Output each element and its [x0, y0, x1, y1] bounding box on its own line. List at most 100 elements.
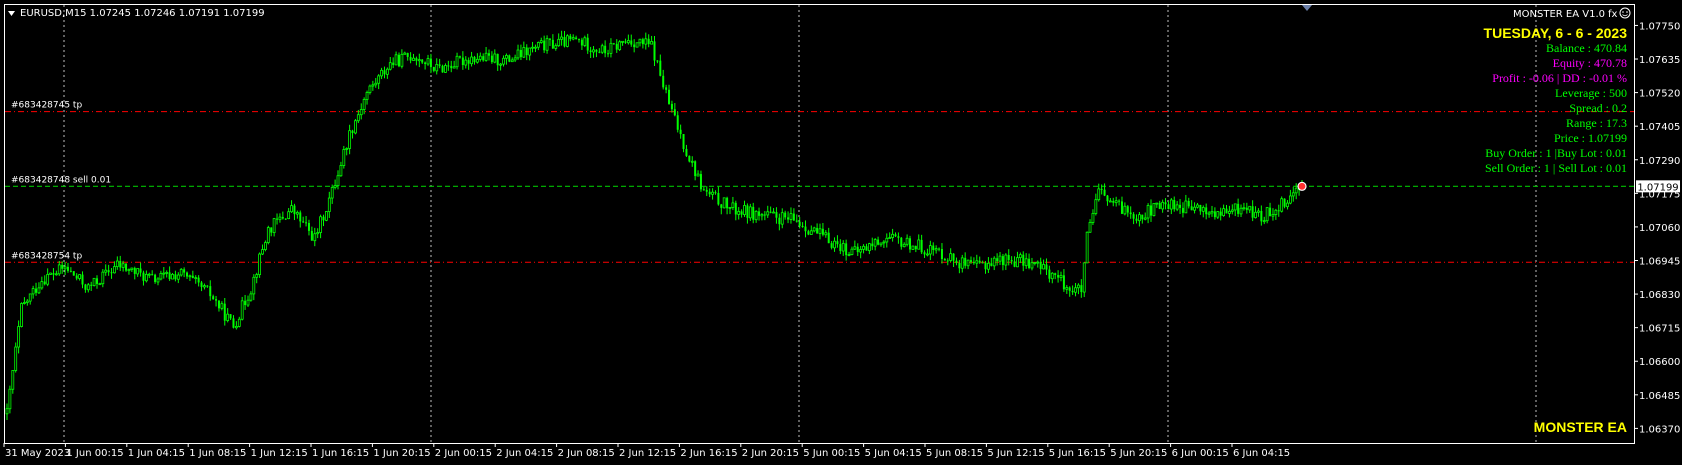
- candle: [545, 35, 549, 54]
- price-chart[interactable]: #683428745 tp #683428748 sell 0.01 #683428…: [0, 0, 1682, 465]
- info-range: Range : 17.3: [1566, 116, 1627, 130]
- candle: [1028, 253, 1031, 270]
- candle: [1126, 204, 1129, 217]
- info-profit: Profit : -0.06 | DD : -0.01 %: [1492, 71, 1627, 85]
- candle: [441, 64, 444, 73]
- candle: [873, 238, 877, 251]
- candle: [63, 261, 67, 276]
- candle: [752, 202, 755, 224]
- candle: [252, 274, 256, 301]
- y-tick-label: 1.07520: [1639, 89, 1680, 100]
- candle: [313, 227, 317, 247]
- candle: [955, 257, 958, 266]
- candle: [1074, 283, 1077, 297]
- candle: [31, 285, 35, 299]
- candle: [470, 51, 473, 67]
- candle: [348, 124, 352, 155]
- candle: [987, 257, 990, 273]
- candle: [1254, 206, 1257, 219]
- candle: [388, 56, 392, 71]
- candle: [618, 40, 622, 51]
- candle: [836, 235, 839, 248]
- candle: [1088, 219, 1092, 233]
- candle: [1080, 279, 1083, 298]
- candle: [342, 145, 346, 169]
- candle: [1146, 203, 1150, 224]
- candle: [717, 186, 720, 206]
- info-date: TUESDAY, 6 - 6 - 2023: [1484, 25, 1628, 41]
- candle: [1054, 272, 1057, 280]
- candle: [600, 43, 604, 54]
- symbol-dropdown-icon[interactable]: [8, 11, 15, 16]
- candle: [833, 237, 836, 252]
- candle: [1118, 199, 1121, 206]
- candle: [1132, 212, 1135, 225]
- x-tick-label: 1 Jun 12:15: [251, 448, 308, 459]
- candle: [821, 223, 824, 237]
- candle: [444, 63, 447, 73]
- candle: [609, 38, 613, 58]
- candle: [261, 244, 264, 256]
- y-tick-label: 1.07750: [1639, 21, 1680, 32]
- info-equity: Equity : 470.78: [1553, 56, 1627, 70]
- candle: [888, 232, 892, 239]
- candle: [1216, 211, 1220, 219]
- candle: [458, 55, 461, 59]
- chart-window[interactable]: #683428745 tp #683428748 sell 0.01 #683428…: [0, 0, 1682, 465]
- candle: [1213, 207, 1216, 220]
- order-line-label: #683428748 sell 0.01: [11, 175, 111, 185]
- candle: [139, 262, 142, 277]
- candle: [194, 275, 198, 284]
- candle: [1210, 205, 1214, 217]
- candle: [142, 270, 145, 286]
- candle: [714, 190, 717, 195]
- candle: [743, 200, 746, 217]
- candle: [1190, 200, 1193, 211]
- candle: [505, 53, 508, 65]
- candle: [1018, 252, 1022, 264]
- candle: [920, 234, 923, 255]
- candle: [54, 270, 58, 276]
- candle: [565, 34, 569, 48]
- current-price-label: 1.07199: [1637, 182, 1678, 193]
- candle: [1169, 198, 1173, 215]
- candle: [548, 38, 551, 47]
- candle: [290, 200, 293, 213]
- smiley-icon: [1619, 7, 1631, 19]
- candle: [536, 41, 540, 51]
- candle: [151, 270, 154, 276]
- candle: [394, 51, 398, 66]
- candle: [165, 270, 169, 278]
- candle: [1161, 199, 1165, 213]
- candle: [200, 280, 203, 292]
- candle: [699, 170, 702, 192]
- candle: [964, 252, 967, 269]
- candle: [525, 44, 528, 61]
- candle: [1071, 285, 1074, 295]
- candle: [877, 236, 880, 246]
- current-price-marker: [1297, 181, 1307, 191]
- candle: [850, 246, 854, 256]
- candle: [452, 60, 456, 69]
- candle: [84, 283, 87, 293]
- candle: [415, 56, 418, 66]
- price-axis: 1.07750 1.07635 1.07520 1.07405 1.07290 1.071…: [1634, 21, 1680, 435]
- candle: [403, 51, 407, 55]
- candle: [653, 36, 656, 66]
- candle: [392, 57, 395, 69]
- candle: [206, 285, 209, 288]
- candle: [496, 53, 499, 71]
- candle: [17, 320, 21, 354]
- candle: [330, 184, 334, 204]
- candle: [830, 240, 833, 250]
- candle: [847, 251, 851, 257]
- y-tick-label: 1.07405: [1639, 122, 1680, 133]
- candle: [685, 144, 688, 157]
- candle: [14, 342, 18, 373]
- candle: [397, 52, 400, 68]
- candle: [1094, 193, 1098, 216]
- shift-marker-icon[interactable]: [1302, 5, 1312, 11]
- candle: [897, 232, 900, 244]
- candle: [1242, 202, 1246, 211]
- candle: [902, 242, 906, 248]
